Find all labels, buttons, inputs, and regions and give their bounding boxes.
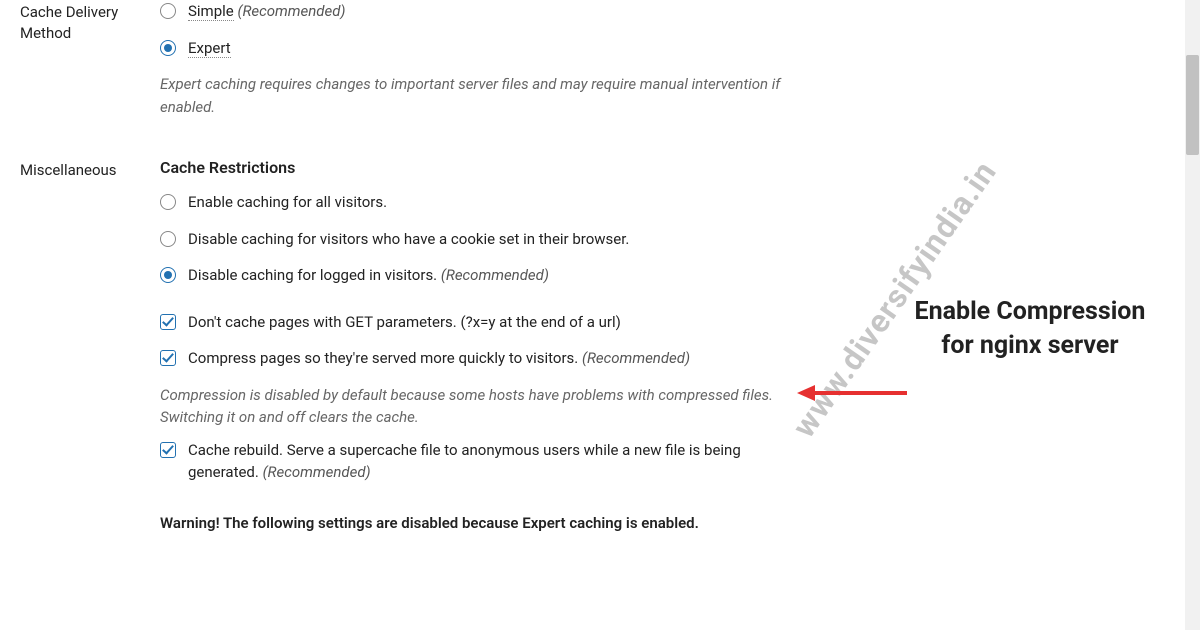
radio-logged-in-rec: (Recommended) — [441, 266, 549, 284]
radio-simple-rec: (Recommended) — [237, 2, 345, 20]
arrow-icon — [797, 383, 907, 403]
radio-logged-in-label: Disable caching for logged in visitors. — [188, 266, 437, 284]
checkbox-get-params[interactable] — [160, 314, 176, 330]
warning-text: Warning! The following settings are disa… — [160, 512, 790, 535]
radio-cookie-label: Disable caching for visitors who have a … — [188, 228, 629, 251]
radio-expert-label: Expert — [188, 39, 231, 58]
annotation-text: Enable Compression for nginx server — [900, 295, 1160, 363]
checkbox-compress-label: Compress pages so they're served more qu… — [188, 349, 578, 367]
radio-all-visitors[interactable] — [160, 194, 176, 210]
checkbox-rebuild[interactable] — [160, 442, 176, 458]
radio-simple[interactable] — [160, 3, 176, 19]
scrollbar-thumb[interactable] — [1186, 55, 1199, 155]
radio-logged-in[interactable] — [160, 267, 176, 283]
compress-desc: Compression is disabled by default becau… — [160, 384, 790, 429]
radio-all-visitors-label: Enable caching for all visitors. — [188, 191, 387, 214]
cache-restrictions-heading: Cache Restrictions — [160, 158, 790, 177]
section-misc-label: Miscellaneous — [20, 158, 160, 534]
checkbox-get-params-label: Don't cache pages with GET parameters. (… — [188, 311, 621, 334]
radio-simple-label: Simple — [188, 2, 234, 21]
radio-expert[interactable] — [160, 40, 176, 56]
expert-desc: Expert caching requires changes to impor… — [160, 73, 790, 118]
radio-cookie[interactable] — [160, 231, 176, 247]
checkbox-rebuild-rec: (Recommended) — [263, 463, 371, 481]
checkbox-compress[interactable] — [160, 350, 176, 366]
scrollbar-track[interactable] — [1185, 0, 1200, 630]
checkbox-compress-rec: (Recommended) — [582, 349, 690, 367]
section-cache-delivery-label: Cache Delivery Method — [20, 0, 160, 128]
